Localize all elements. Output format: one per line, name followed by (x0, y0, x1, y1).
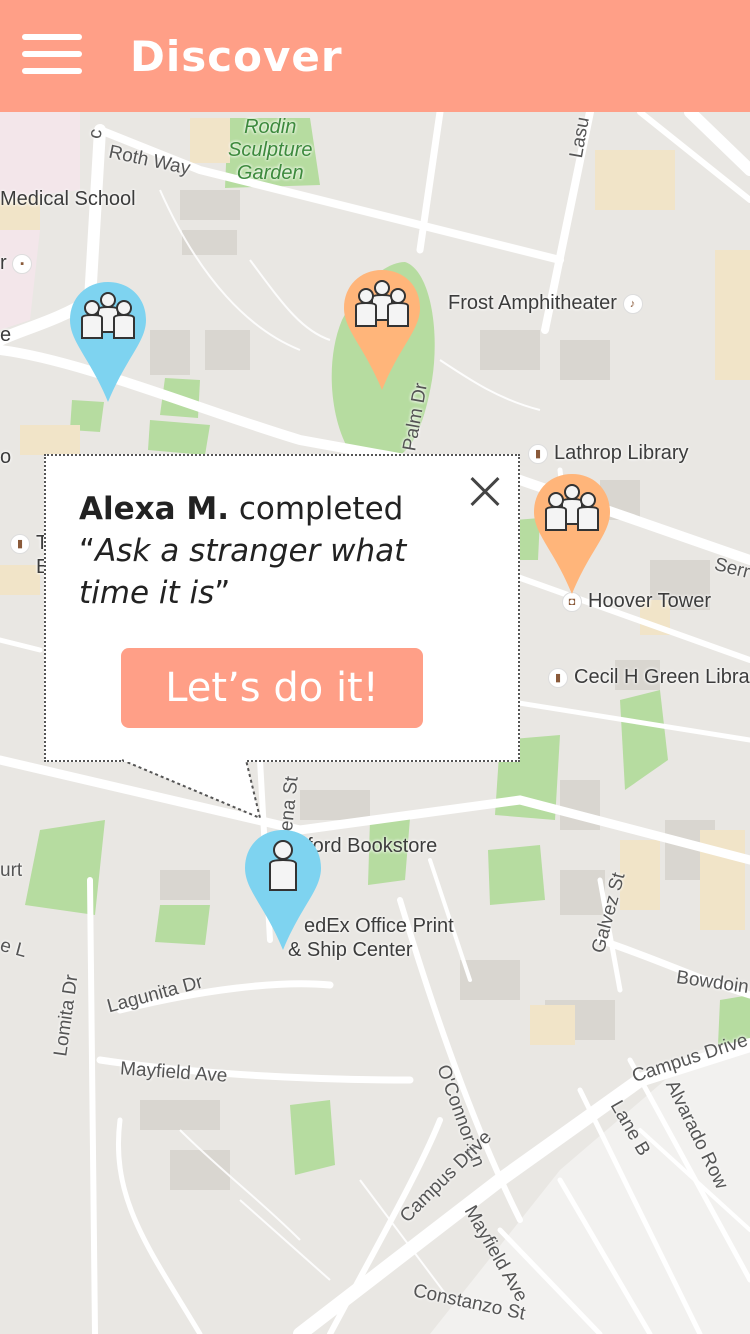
building-icon: ▪ (12, 253, 33, 274)
single-person-pin-blue[interactable] (243, 828, 323, 954)
court-label: urt (0, 860, 23, 881)
lathrop-library-label[interactable]: ▮ Lathrop Library (528, 442, 689, 465)
group-pin-orange[interactable] (342, 268, 422, 394)
library-icon: ▮ (548, 667, 568, 688)
group-pin-blue[interactable] (68, 280, 148, 406)
activity-popup: Alexa M. completed “Ask a stranger what … (44, 454, 520, 762)
hamburger-menu-icon[interactable] (22, 30, 82, 78)
activity-message: Alexa M. completed “Ask a stranger what … (79, 488, 459, 614)
group-pin-icon (344, 270, 420, 390)
group-pin-icon (70, 282, 146, 402)
person-pin-icon (245, 830, 321, 950)
lets-do-it-button[interactable]: Let’s do it! (121, 648, 423, 728)
medical-school-label: Medical School (0, 188, 136, 210)
group-pin-orange-hoover[interactable] (532, 472, 612, 598)
user-name: Alexa M. (79, 491, 229, 527)
o-label: o (0, 446, 12, 468)
t-label: ▮ T (10, 532, 48, 555)
cecil-green-library-label[interactable]: ▮ Cecil H Green Libra (548, 666, 750, 689)
theater-icon: ♪ (622, 293, 643, 314)
r-label: r ▪ (0, 252, 38, 275)
activity-verb: completed (228, 491, 404, 527)
popup-pointer (121, 758, 262, 820)
app-header: Discover (0, 0, 750, 112)
frost-amphitheater-label[interactable]: Frost Amphitheater ♪ (448, 292, 649, 315)
library-icon: ▮ (10, 533, 30, 554)
rodin-garden-label: Rodin Sculpture Garden (228, 116, 313, 184)
page-title: Discover (130, 32, 343, 81)
close-icon[interactable] (464, 472, 504, 512)
library-icon: ▮ (528, 443, 548, 464)
e-label: e (0, 324, 12, 346)
close-quote: ” (214, 575, 231, 611)
task-text: Ask a stranger what time it is (79, 533, 407, 611)
group-pin-icon (534, 474, 610, 594)
fedex-label-line1: edEx Office Print (304, 915, 454, 937)
open-quote: “ (79, 533, 96, 569)
